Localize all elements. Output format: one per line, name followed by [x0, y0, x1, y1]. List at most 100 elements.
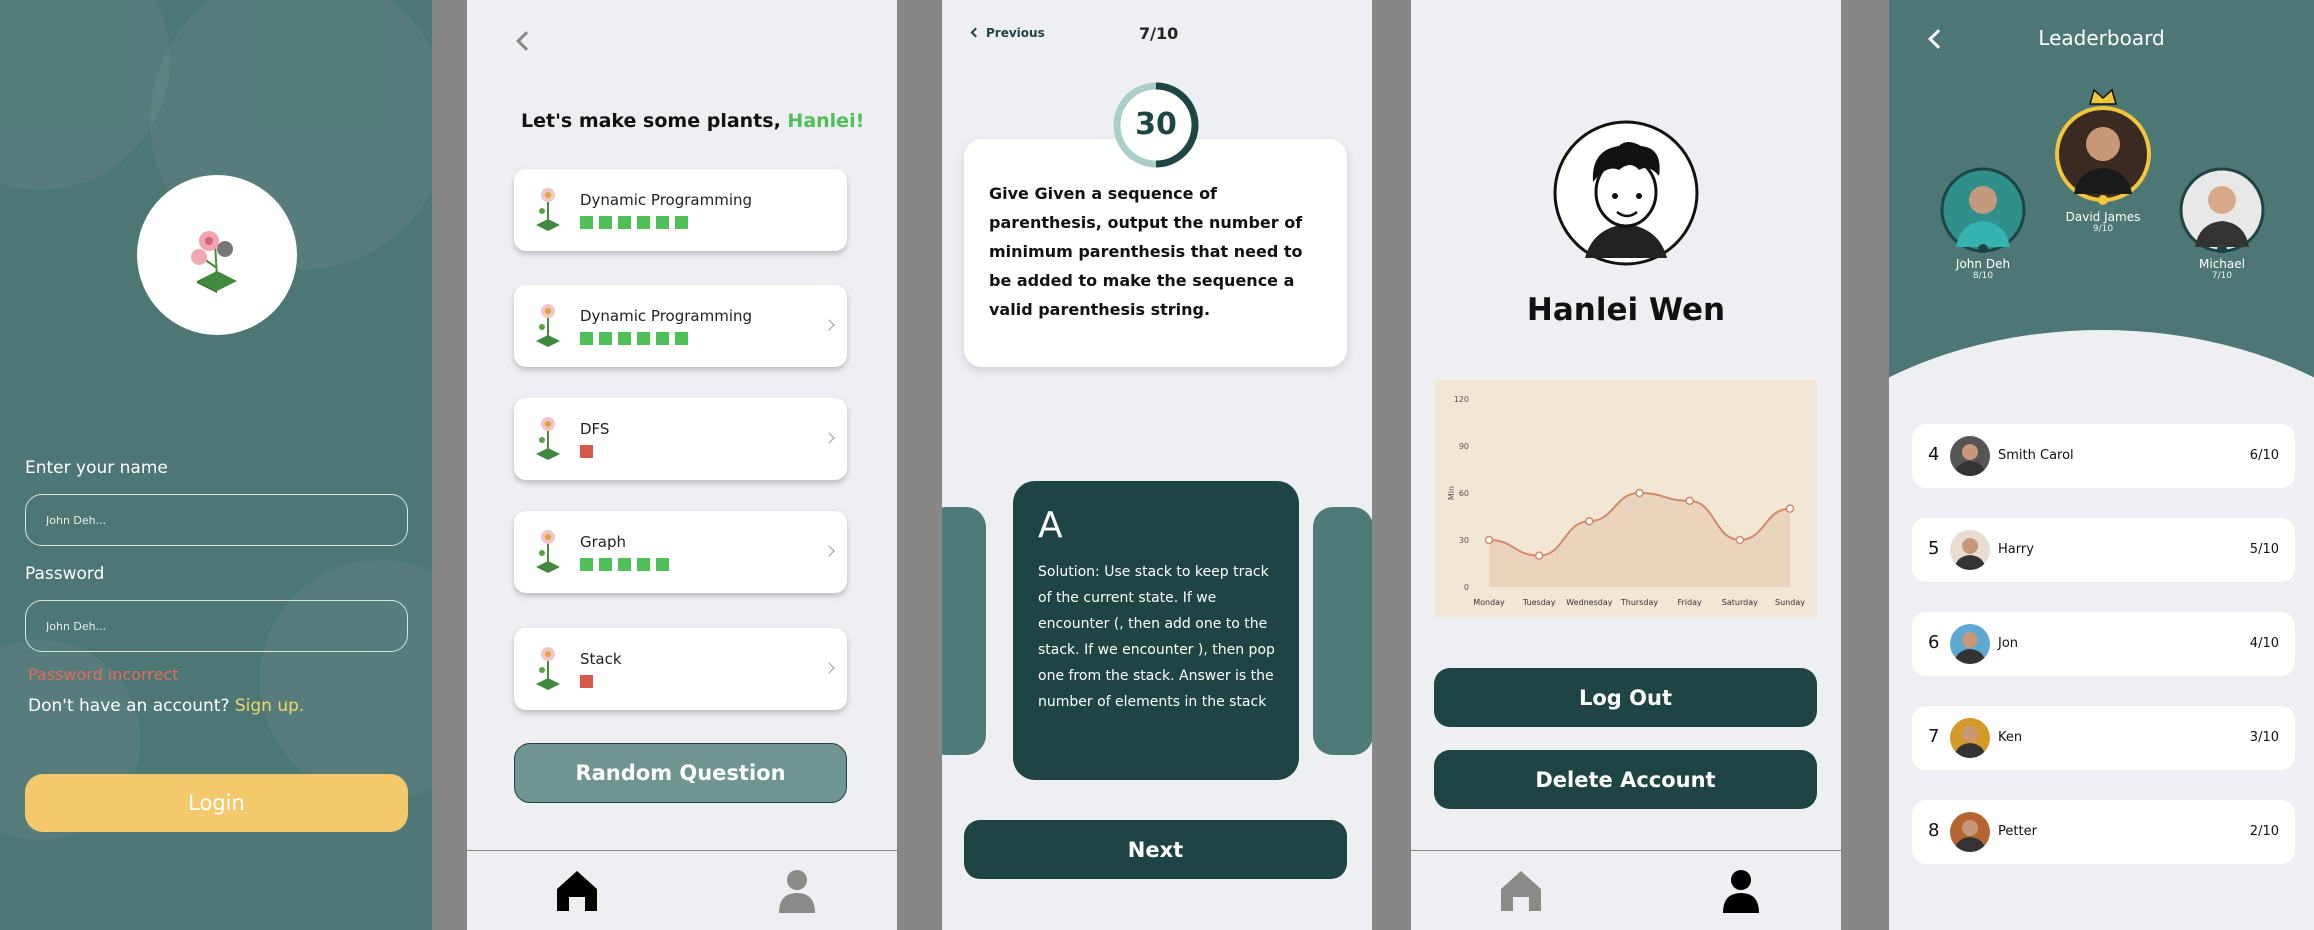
- chevron-right-icon: [823, 319, 835, 331]
- chevron-right-icon: [823, 545, 835, 557]
- greeting-text: Let's make some plants,: [521, 110, 781, 132]
- y-tick-label: 60: [1459, 489, 1469, 498]
- next-button[interactable]: Next: [964, 820, 1347, 879]
- question-screen: Previous 7/10 Give Given a sequence of p…: [942, 0, 1372, 930]
- y-tick-label: 30: [1459, 536, 1469, 545]
- profile-icon[interactable]: [1721, 869, 1761, 913]
- x-tick-label: Friday: [1678, 598, 1703, 607]
- podium-third[interactable]: Michael 7/10: [2179, 167, 2265, 281]
- y-tick-label: 0: [1464, 583, 1469, 592]
- podium-first[interactable]: David James 9/10: [2054, 86, 2152, 234]
- topic-title: Graph: [580, 533, 627, 551]
- topic-progress-bar: [580, 558, 669, 571]
- answer-card[interactable]: A Solution: Use stack to keep track of t…: [1013, 481, 1299, 780]
- progress-segment: [599, 558, 612, 571]
- topic-card[interactable]: Dynamic Programming: [514, 169, 847, 251]
- answer-letter: A: [1038, 505, 1063, 546]
- topic-title: Stack: [580, 650, 622, 668]
- leaderboard-row[interactable]: 4 Smith Carol 6/10: [1912, 424, 2295, 488]
- previous-chevron-icon[interactable]: [970, 27, 981, 38]
- progress-segment: [599, 216, 612, 229]
- question-text: Give Given a sequence of parenthesis, ou…: [989, 184, 1303, 319]
- x-tick-label: Sunday: [1775, 598, 1805, 607]
- tab-bar: [467, 850, 897, 930]
- leaderboard-screen: Leaderboard John Deh 8/10 David James 9/…: [1889, 0, 2314, 930]
- progress-segment: [580, 332, 593, 345]
- tab-bar: [1411, 850, 1841, 930]
- topic-progress-bar: [580, 445, 593, 458]
- logout-button[interactable]: Log Out: [1434, 668, 1817, 727]
- previous-answer-card[interactable]: [942, 507, 986, 755]
- y-axis-label: Min: [1447, 486, 1456, 500]
- login-screen: Enter your name Password Password incorr…: [0, 0, 432, 930]
- previous-link[interactable]: Previous: [986, 26, 1045, 40]
- row-rank: 6: [1928, 632, 1940, 653]
- progress-segment: [618, 558, 631, 571]
- podium-avatar: [2179, 167, 2265, 254]
- crown-icon: [2089, 88, 2117, 105]
- data-point: [1685, 496, 1694, 506]
- row-rank: 7: [1928, 726, 1940, 747]
- leaderboard-title: Leaderboard: [2038, 26, 2165, 50]
- back-icon[interactable]: [516, 31, 536, 51]
- home-icon[interactable]: [555, 869, 599, 911]
- password-input[interactable]: [25, 600, 408, 652]
- topic-card[interactable]: Graph: [514, 511, 847, 593]
- row-rank: 5: [1928, 538, 1940, 559]
- question-counter: 7/10: [1139, 24, 1179, 43]
- topic-progress-bar: [580, 216, 688, 229]
- home-icon[interactable]: [1499, 869, 1543, 911]
- weekly-chart-svg: 0 30 60 90 120 Min Monday Tuesday Wednesday Thurs…: [1447, 395, 1805, 607]
- password-label: Password: [25, 564, 105, 584]
- progress-segment: [637, 558, 650, 571]
- plant-icon: [536, 530, 560, 573]
- podium-second[interactable]: John Deh 8/10: [1940, 167, 2026, 281]
- leaderboard-row[interactable]: 6 Jon 4/10: [1912, 612, 2295, 676]
- row-score: 2/10: [2249, 824, 2279, 839]
- progress-segment: [675, 216, 688, 229]
- leaderboard-row[interactable]: 8 Petter 2/10: [1912, 800, 2295, 864]
- next-answer-card[interactable]: [1313, 507, 1372, 755]
- name-input[interactable]: [25, 494, 408, 546]
- signup-link[interactable]: Sign up.: [235, 696, 304, 716]
- delete-account-button[interactable]: Delete Account: [1434, 750, 1817, 809]
- row-score: 6/10: [2249, 448, 2279, 463]
- name-label: Enter your name: [25, 458, 168, 478]
- signup-prompt-text: Don't have an account?: [28, 696, 230, 716]
- podium-score: 9/10: [2092, 224, 2114, 234]
- data-point: [1735, 535, 1745, 545]
- progress-segment: [637, 332, 650, 345]
- leaderboard-row[interactable]: 5 Harry 5/10: [1912, 518, 2295, 582]
- progress-segment: [656, 332, 669, 345]
- plant-logo-icon: [191, 231, 237, 293]
- data-point: [1585, 516, 1594, 526]
- topic-card[interactable]: Stack: [514, 628, 847, 710]
- password-error: Password incorrect: [28, 665, 179, 684]
- data-point: [1785, 504, 1795, 513]
- topic-progress-bar: [580, 675, 593, 688]
- x-tick-label: Monday: [1473, 598, 1505, 607]
- topic-card[interactable]: DFS: [514, 398, 847, 480]
- data-point: [1635, 488, 1644, 498]
- row-name: Jon: [1998, 636, 2019, 651]
- plant-icon: [536, 417, 560, 460]
- leaderboard-row[interactable]: 7 Ken 3/10: [1912, 706, 2295, 770]
- progress-segment: [580, 216, 593, 229]
- progress-segment: [618, 216, 631, 229]
- topic-card[interactable]: Dynamic Programming: [514, 285, 847, 367]
- row-avatar: [1950, 436, 1990, 476]
- user-avatar: [1553, 120, 1699, 266]
- row-score: 4/10: [2249, 636, 2279, 651]
- login-button[interactable]: Login: [25, 774, 408, 832]
- row-avatar: [1950, 624, 1990, 664]
- row-rank: 8: [1928, 820, 1940, 841]
- profile-icon[interactable]: [777, 869, 817, 913]
- row-name: Ken: [1998, 730, 2023, 745]
- x-tick-label: Tuesday: [1522, 598, 1556, 607]
- row-name: Harry: [1998, 542, 2034, 557]
- row-rank: 4: [1928, 444, 1940, 465]
- random-question-button[interactable]: Random Question: [514, 743, 847, 803]
- podium-score: 7/10: [2211, 271, 2233, 281]
- topic-title: DFS: [580, 420, 610, 438]
- progress-segment: [599, 332, 612, 345]
